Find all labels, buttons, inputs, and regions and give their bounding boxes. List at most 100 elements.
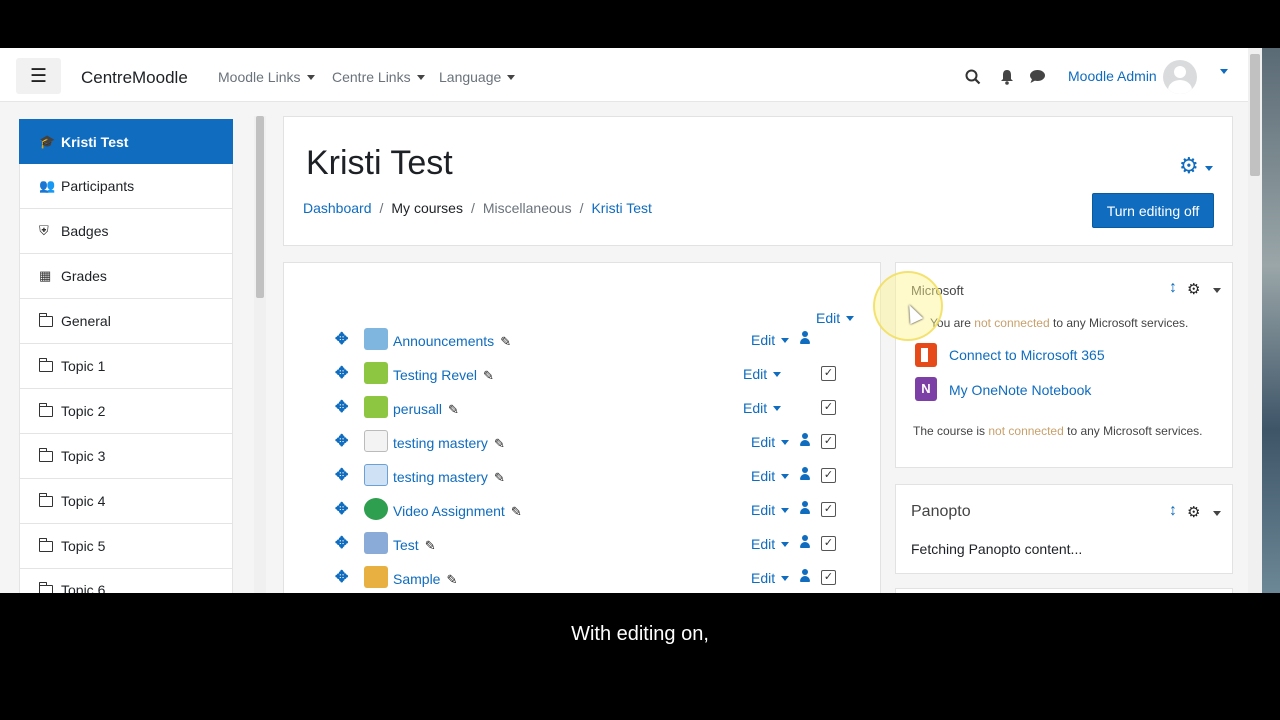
gear-icon[interactable]: ⚙ (1187, 503, 1200, 521)
move-icon[interactable]: ✥ (335, 499, 348, 519)
pencil-icon[interactable]: ✎ (494, 436, 505, 451)
activity-edit-menu[interactable]: Edit (751, 332, 790, 348)
activity-edit-menu[interactable]: Edit (751, 434, 790, 450)
group-mode-icon[interactable] (799, 535, 811, 549)
forum-icon (364, 328, 388, 350)
activity-edit-menu[interactable]: Edit (751, 570, 790, 586)
page-scrollbar[interactable] (1248, 48, 1262, 593)
nav-centre-links[interactable]: Centre Links (332, 69, 425, 85)
completion-checkbox-icon[interactable]: ✓ (821, 468, 836, 483)
lti-puzzle-icon (364, 362, 388, 384)
completion-checkbox-icon[interactable]: ✓ (821, 536, 836, 551)
chevron-down-icon[interactable] (1213, 288, 1221, 293)
move-icon[interactable]: ✥ (335, 533, 348, 553)
section-edit-menu[interactable]: Edit (816, 310, 855, 326)
activity-row: ✥ Sample ✎ Edit ✓ (284, 563, 882, 593)
completion-checkbox-icon[interactable]: ✓ (821, 502, 836, 517)
move-icon[interactable]: ✥ (335, 397, 348, 417)
breadcrumb-course[interactable]: Kristi Test (591, 200, 651, 216)
microsoft-user-status: You are not connected to any Microsoft s… (930, 316, 1189, 330)
drawer-item-participants[interactable]: 👥 Participants (19, 164, 233, 209)
activity-link[interactable]: testing mastery ✎ (393, 435, 505, 452)
activity-edit-menu[interactable]: Edit (751, 468, 790, 484)
drawer-item-topic-6[interactable]: Topic 6 (19, 569, 233, 593)
activity-link[interactable]: Testing Revel ✎ (393, 367, 494, 384)
pencil-icon[interactable]: ✎ (511, 504, 522, 519)
activity-link[interactable]: perusall ✎ (393, 401, 459, 418)
pencil-icon[interactable]: ✎ (483, 368, 494, 383)
chat-icon[interactable] (1029, 69, 1046, 84)
chevron-down-icon[interactable] (1213, 511, 1221, 516)
activity-link[interactable]: Announcements ✎ (393, 333, 511, 350)
move-icon[interactable]: ✥ (335, 329, 348, 349)
block-title: Panopto (911, 503, 971, 520)
nav-language[interactable]: Language (439, 69, 516, 85)
activity-edit-menu[interactable]: Edit (743, 400, 782, 416)
drawer-item-topic-5[interactable]: Topic 5 (19, 524, 233, 569)
group-mode-icon[interactable] (799, 467, 811, 481)
avatar[interactable] (1163, 60, 1197, 94)
connect-microsoft-365-link[interactable]: Connect to Microsoft 365 (949, 347, 1105, 363)
drawer-item-course[interactable]: 🎓 Kristi Test (19, 119, 233, 164)
drawer-scrollbar-thumb[interactable] (256, 116, 264, 298)
move-icon[interactable]: ✥ (335, 465, 348, 485)
onenote-notebook-link[interactable]: My OneNote Notebook (949, 382, 1091, 398)
drawer-item-grades[interactable]: ▦ Grades (19, 254, 233, 299)
pencil-icon[interactable]: ✎ (425, 538, 436, 553)
pencil-icon[interactable]: ✎ (500, 334, 511, 349)
chevron-down-icon[interactable] (1220, 69, 1228, 74)
move-icon[interactable]: ✥ (335, 431, 348, 451)
bell-icon[interactable] (1000, 69, 1014, 85)
breadcrumb-dashboard[interactable]: Dashboard (303, 200, 372, 216)
breadcrumb-my-courses: My courses (391, 200, 463, 216)
drawer-item-topic-3[interactable]: Topic 3 (19, 434, 233, 479)
activity-link[interactable]: Video Assignment ✎ (393, 503, 522, 520)
move-block-icon[interactable]: ↕ (1169, 502, 1177, 520)
chevron-down-icon (416, 75, 425, 80)
nav-moodle-links[interactable]: Moodle Links (218, 69, 315, 85)
group-mode-icon[interactable] (799, 433, 811, 447)
activity-link[interactable]: testing mastery ✎ (393, 469, 505, 486)
group-mode-icon[interactable] (799, 331, 811, 345)
move-icon[interactable]: ✥ (335, 363, 348, 383)
activity-edit-menu[interactable]: Edit (751, 502, 790, 518)
quiz-icon (364, 430, 388, 452)
pencil-icon[interactable]: ✎ (446, 572, 457, 587)
browser-viewport: ☰ CentreMoodle Moodle Links Centre Links… (0, 48, 1262, 593)
menu-toggle-button[interactable]: ☰ (16, 58, 61, 94)
group-mode-icon[interactable] (799, 569, 811, 583)
breadcrumb-miscellaneous[interactable]: Miscellaneous (483, 200, 572, 216)
drawer-item-topic-2[interactable]: Topic 2 (19, 389, 233, 434)
course-settings-menu[interactable]: ⚙ (1179, 153, 1213, 179)
drawer-item-general[interactable]: General (19, 299, 233, 344)
page-scrollbar-thumb[interactable] (1250, 54, 1260, 176)
site-name[interactable]: CentreMoodle (81, 68, 188, 88)
activity-link[interactable]: Test ✎ (393, 537, 436, 554)
gear-icon[interactable]: ⚙ (1187, 280, 1200, 298)
chevron-down-icon (846, 316, 855, 321)
completion-checkbox-icon[interactable]: ✓ (821, 434, 836, 449)
folder-icon (38, 582, 53, 593)
pencil-icon[interactable]: ✎ (494, 470, 505, 485)
test-icon (364, 532, 388, 554)
completion-checkbox-icon[interactable]: ✓ (821, 366, 836, 381)
group-mode-icon[interactable] (799, 501, 811, 515)
move-icon[interactable]: ✥ (335, 567, 348, 587)
activity-edit-menu[interactable]: Edit (743, 366, 782, 382)
completion-checkbox-icon[interactable]: ✓ (821, 400, 836, 415)
activity-edit-menu[interactable]: Edit (751, 536, 790, 552)
move-block-icon[interactable]: ↕ (1169, 279, 1177, 297)
completion-checkbox-icon[interactable]: ✓ (821, 570, 836, 585)
office-icon (915, 343, 937, 367)
user-menu-name[interactable]: Moodle Admin (1068, 68, 1157, 84)
drawer-scrollbar[interactable] (254, 116, 266, 593)
chevron-down-icon (781, 440, 790, 445)
activity-link[interactable]: Sample ✎ (393, 571, 457, 588)
activity-row: ✥ testing mastery ✎ Edit ✓ (284, 461, 882, 495)
search-icon[interactable] (965, 69, 981, 85)
drawer-item-topic-1[interactable]: Topic 1 (19, 344, 233, 389)
drawer-item-badges[interactable]: ⛨ Badges (19, 209, 233, 254)
turn-editing-off-button[interactable]: Turn editing off (1092, 193, 1214, 228)
drawer-item-topic-4[interactable]: Topic 4 (19, 479, 233, 524)
pencil-icon[interactable]: ✎ (448, 402, 459, 417)
